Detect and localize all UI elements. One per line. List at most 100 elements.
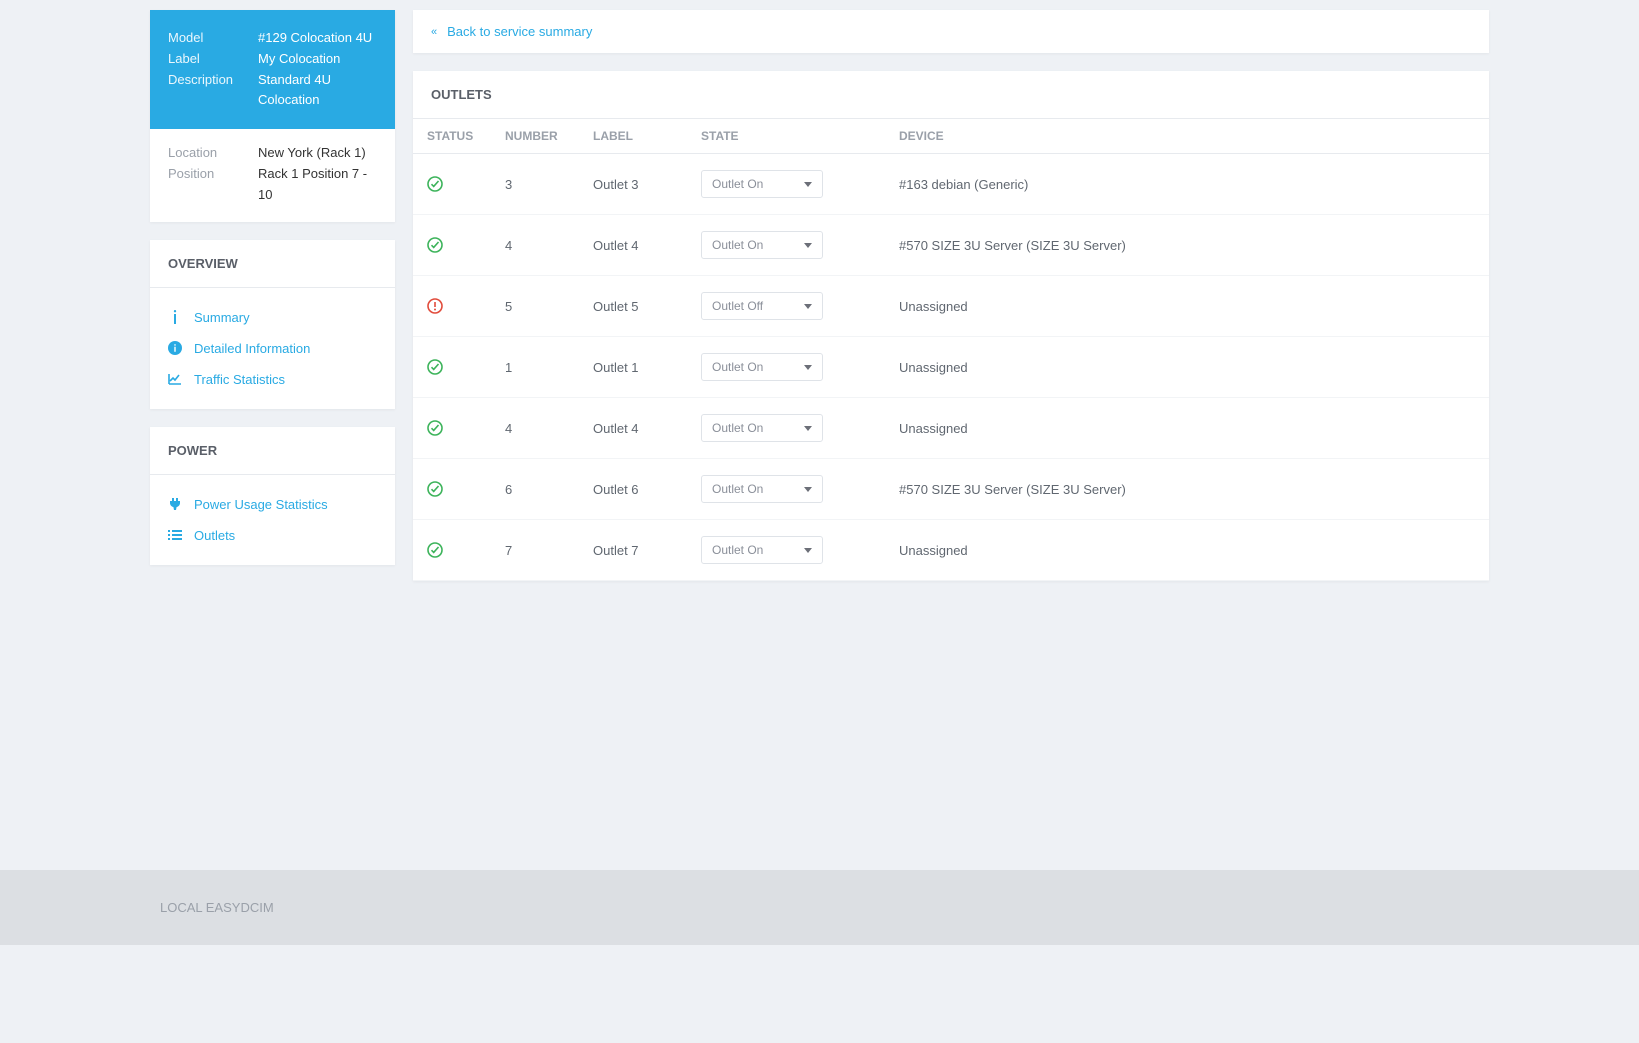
- power-title: POWER: [150, 427, 395, 475]
- outlet-state-value: Outlet On: [712, 421, 763, 435]
- service-header-card: Model #129 Colocation 4U Label My Coloca…: [150, 10, 395, 222]
- table-row: 1Outlet 1Outlet OnUnassigned: [413, 337, 1489, 398]
- outlet-state-value: Outlet On: [712, 177, 763, 191]
- table-row: 7Outlet 7 Outlet On Unassigned: [413, 520, 1489, 581]
- service-header-bottom: Location New York (Rack 1) Position Rack…: [150, 129, 395, 221]
- outlet-label: Outlet 7: [579, 520, 687, 581]
- outlet-label: Outlet 3: [579, 154, 687, 215]
- caret-down-icon: [804, 487, 812, 492]
- table-row: 5Outlet 5 Outlet Off Unassigned: [413, 276, 1489, 337]
- power-panel: POWER Power Usage Statistics Outlets: [150, 427, 395, 565]
- nav-outlets-label: Outlets: [194, 528, 235, 543]
- caret-down-icon: [804, 548, 812, 553]
- caret-down-icon: [804, 243, 812, 248]
- status-ok-icon: [427, 359, 477, 375]
- label-value: My Colocation: [258, 49, 377, 70]
- chart-line-icon: [168, 372, 182, 386]
- location-row: Location New York (Rack 1): [168, 143, 377, 164]
- outlet-device: Unassigned: [885, 276, 1489, 337]
- back-to-summary-label: Back to service summary: [447, 24, 592, 39]
- outlet-number: 4: [491, 398, 579, 459]
- outlet-state-select[interactable]: Outlet On: [701, 536, 823, 564]
- outlet-number: 6: [491, 459, 579, 520]
- col-device: DEVICE: [885, 119, 1489, 154]
- status-error-icon: [427, 298, 477, 314]
- outlet-state-select[interactable]: Outlet Off: [701, 292, 823, 320]
- plug-icon: [168, 497, 182, 511]
- model-value: #129 Colocation 4U: [258, 28, 377, 49]
- label-label: Label: [168, 49, 258, 70]
- nav-power-usage-label: Power Usage Statistics: [194, 497, 328, 512]
- outlet-state-value: Outlet Off: [712, 299, 763, 313]
- position-value: Rack 1 Position 7 - 10: [258, 164, 377, 206]
- table-row: 6Outlet 6 Outlet On #570 SIZE 3U Server (S…: [413, 459, 1489, 520]
- outlet-state-value: Outlet On: [712, 482, 763, 496]
- status-ok-icon: [427, 481, 477, 497]
- caret-down-icon: [804, 365, 812, 370]
- outlet-device: Unassigned: [885, 520, 1489, 581]
- model-row: Model #129 Colocation 4U: [168, 28, 377, 49]
- footer-text: LOCAL EASYDCIM: [160, 900, 274, 915]
- outlet-label: Outlet 1: [579, 337, 687, 398]
- nav-outlets[interactable]: Outlets: [168, 520, 377, 551]
- status-ok-icon: [427, 420, 477, 436]
- nav-detailed-label: Detailed Information: [194, 341, 310, 356]
- outlet-label: Outlet 4: [579, 215, 687, 276]
- outlet-number: 7: [491, 520, 579, 581]
- model-label: Model: [168, 28, 258, 49]
- outlet-number: 4: [491, 215, 579, 276]
- caret-down-icon: [804, 304, 812, 309]
- nav-traffic-label: Traffic Statistics: [194, 372, 285, 387]
- outlets-card: OUTLETS STATUS NUMBER LABEL STATE DEVICE…: [413, 71, 1489, 581]
- col-number: NUMBER: [491, 119, 579, 154]
- caret-down-icon: [804, 426, 812, 431]
- table-row: 3Outlet 3 Outlet On #163 debian (Generic): [413, 154, 1489, 215]
- outlet-state-value: Outlet On: [712, 360, 763, 374]
- outlet-state-select[interactable]: Outlet On: [701, 170, 823, 198]
- outlet-state-value: Outlet On: [712, 543, 763, 557]
- description-value: Standard 4U Colocation: [258, 70, 377, 112]
- outlet-device: #163 debian (Generic): [885, 154, 1489, 215]
- outlets-title: OUTLETS: [413, 71, 1489, 118]
- table-row: 4Outlet 4 Outlet On #570 SIZE 3U Server (S…: [413, 215, 1489, 276]
- overview-title: OVERVIEW: [150, 240, 395, 288]
- location-label: Location: [168, 143, 258, 164]
- outlet-device: #570 SIZE 3U Server (SIZE 3U Server): [885, 215, 1489, 276]
- info-circle-icon: [168, 341, 182, 355]
- label-row: Label My Colocation: [168, 49, 377, 70]
- outlet-state-value: Outlet On: [712, 238, 763, 252]
- overview-panel: OVERVIEW Summary Detailed Information: [150, 240, 395, 409]
- outlet-label: Outlet 5: [579, 276, 687, 337]
- outlet-number: 5: [491, 276, 579, 337]
- outlet-number: 3: [491, 154, 579, 215]
- col-label: LABEL: [579, 119, 687, 154]
- outlet-state-select[interactable]: Outlet On: [701, 475, 823, 503]
- outlet-state-select[interactable]: Outlet On: [701, 353, 823, 381]
- status-ok-icon: [427, 542, 477, 558]
- location-value: New York (Rack 1): [258, 143, 377, 164]
- chevron-left-double-icon: «: [431, 26, 437, 38]
- nav-power-usage[interactable]: Power Usage Statistics: [168, 489, 377, 520]
- col-status: STATUS: [413, 119, 491, 154]
- status-ok-icon: [427, 176, 477, 192]
- description-row: Description Standard 4U Colocation: [168, 70, 377, 112]
- col-state: STATE: [687, 119, 885, 154]
- outlet-state-select[interactable]: Outlet On: [701, 231, 823, 259]
- status-ok-icon: [427, 237, 477, 253]
- outlet-label: Outlet 6: [579, 459, 687, 520]
- outlet-device: Unassigned: [885, 398, 1489, 459]
- nav-detailed[interactable]: Detailed Information: [168, 333, 377, 364]
- nav-summary-label: Summary: [194, 310, 250, 325]
- back-to-summary-link[interactable]: « Back to service summary: [413, 10, 1489, 53]
- outlets-table: STATUS NUMBER LABEL STATE DEVICE 3Outlet…: [413, 118, 1489, 581]
- nav-traffic[interactable]: Traffic Statistics: [168, 364, 377, 395]
- outlet-state-select[interactable]: Outlet On: [701, 414, 823, 442]
- caret-down-icon: [804, 182, 812, 187]
- outlet-label: Outlet 4: [579, 398, 687, 459]
- outlet-device: #570 SIZE 3U Server (SIZE 3U Server): [885, 459, 1489, 520]
- info-icon: [168, 310, 182, 324]
- nav-summary[interactable]: Summary: [168, 302, 377, 333]
- outlet-number: 1: [491, 337, 579, 398]
- position-row: Position Rack 1 Position 7 - 10: [168, 164, 377, 206]
- footer: LOCAL EASYDCIM: [0, 870, 1639, 945]
